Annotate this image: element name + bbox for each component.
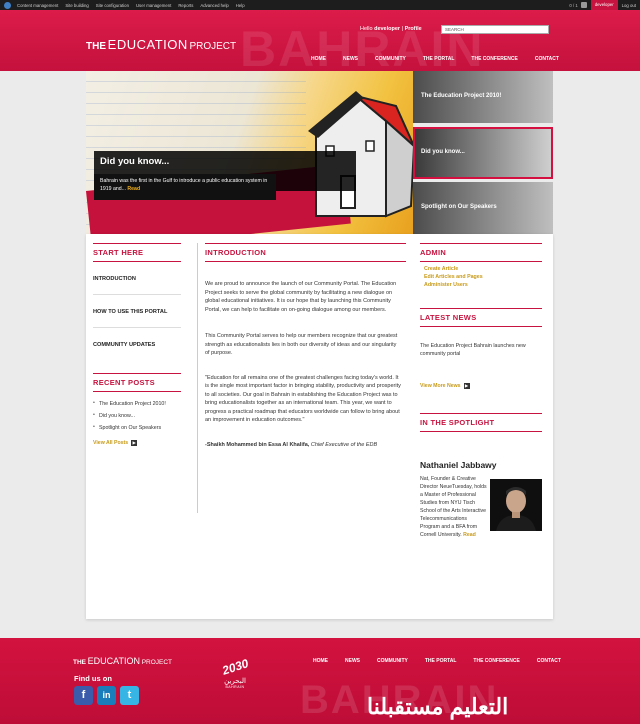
main-content: START HERE INTRODUCTION HOW TO USE THIS … bbox=[86, 234, 553, 619]
hero-tab-education-project[interactable]: The Education Project 2010! bbox=[413, 71, 553, 123]
hero-title: Did you know... bbox=[100, 156, 170, 167]
user-greeting: Hello developer | Profile bbox=[360, 26, 422, 32]
hero-image: Did you know... Bahrain was the first in… bbox=[86, 71, 413, 234]
footer-nav-contact[interactable]: CONTACT bbox=[537, 658, 561, 664]
introduction-title: INTRODUCTION bbox=[205, 248, 267, 257]
admin-menu-user-management[interactable]: User management bbox=[136, 3, 171, 8]
spotlight-read-link[interactable]: Read bbox=[463, 532, 476, 538]
start-item-introduction[interactable]: INTRODUCTION bbox=[93, 262, 181, 295]
arrow-right-icon: ▶ bbox=[131, 440, 138, 446]
footer-nav-community[interactable]: COMMUNITY bbox=[377, 658, 408, 664]
greeting-username[interactable]: developer bbox=[374, 26, 400, 32]
intro-paragraph-2: This Community Portal serves to help our… bbox=[205, 333, 398, 357]
view-all-posts-link[interactable]: View All Posts ▶ bbox=[93, 440, 181, 446]
intro-paragraph-1: We are proud to announce the launch of o… bbox=[205, 281, 397, 313]
start-item-how-to-use[interactable]: HOW TO USE THIS PORTAL bbox=[93, 295, 181, 328]
footer-nav-home[interactable]: HOME bbox=[313, 658, 328, 664]
spotlight-photo bbox=[490, 479, 542, 531]
recent-posts-title: RECENT POSTS bbox=[93, 378, 155, 387]
admin-toolbar: Content management Site building Site co… bbox=[0, 0, 640, 10]
nav-news[interactable]: NEWS bbox=[343, 56, 358, 62]
admin-menu-site-building[interactable]: Site building bbox=[65, 3, 88, 8]
recent-post-item[interactable]: Did you know... bbox=[93, 410, 181, 422]
hero-slideshow: Did you know... Bahrain was the first in… bbox=[86, 71, 553, 234]
admin-menu-help[interactable]: Help bbox=[236, 3, 245, 8]
find-us-label: Find us on bbox=[74, 674, 112, 683]
hero-tab-did-you-know[interactable]: Did you know... bbox=[413, 127, 553, 179]
admin-user-link[interactable]: developer bbox=[590, 0, 618, 10]
footer-nav: HOME NEWS COMMUNITY THE PORTAL THE CONFE… bbox=[313, 658, 578, 664]
user-icon bbox=[580, 2, 587, 8]
admin-title: ADMIN bbox=[420, 248, 447, 257]
footer-nav-the-portal[interactable]: THE PORTAL bbox=[425, 658, 457, 664]
drupal-home-icon[interactable] bbox=[4, 1, 11, 9]
spotlight-bio: Nat, Founder & Creative Director NeueTue… bbox=[420, 475, 487, 539]
admin-menu-advanced-help[interactable]: Advanced help bbox=[200, 3, 228, 8]
view-more-news-link[interactable]: View More News ▶ bbox=[420, 382, 542, 389]
logout-link[interactable]: Log out bbox=[618, 3, 640, 8]
center-column: INTRODUCTION We are proud to announce th… bbox=[197, 243, 406, 513]
footer-nav-the-conference[interactable]: THE CONFERENCE bbox=[473, 658, 519, 664]
bahrain-2030-emblem: 2030 البحرين BAHRAIN bbox=[220, 656, 250, 689]
news-item[interactable]: The Education Project Bahrain launches n… bbox=[420, 343, 542, 359]
create-article-link[interactable]: Create Article bbox=[420, 265, 542, 273]
main-nav: HOME NEWS COMMUNITY THE PORTAL THE CONFE… bbox=[311, 56, 576, 62]
hero-tab-spotlight[interactable]: Spotlight on Our Speakers bbox=[413, 182, 553, 234]
admin-menu-content-management[interactable]: Content management bbox=[17, 3, 58, 8]
facebook-icon[interactable]: f bbox=[74, 686, 93, 705]
nav-the-conference[interactable]: THE CONFERENCE bbox=[471, 56, 517, 62]
hero-caption: Bahrain was the first in the Gulf to int… bbox=[94, 174, 276, 200]
recent-post-item[interactable]: The Education Project 2010! bbox=[93, 398, 181, 410]
edit-articles-link[interactable]: Edit Articles and Pages bbox=[420, 273, 542, 281]
quote-attribution: -Shaikh Mohammed bin Essa Al Khalifa, Ch… bbox=[205, 441, 378, 448]
site-footer: BAHRAIN THE EDUCATION PROJECT Find us on… bbox=[0, 638, 640, 724]
users-online-count: 0 / 1 bbox=[569, 2, 578, 8]
intro-quote: "Education for all remains one of the gr… bbox=[205, 374, 401, 424]
latest-news-title: LATEST NEWS bbox=[420, 313, 477, 322]
footer-logo[interactable]: THE EDUCATION PROJECT bbox=[73, 656, 172, 666]
nav-home[interactable]: HOME bbox=[311, 56, 326, 62]
arrow-right-icon: ▶ bbox=[463, 382, 470, 389]
site-logo[interactable]: THE EDUCATION PROJECT bbox=[86, 37, 236, 52]
nav-the-portal[interactable]: THE PORTAL bbox=[423, 56, 455, 62]
spotlight-name: Nathaniel Jabbawy bbox=[420, 459, 497, 470]
site-header: BAHRAIN THE EDUCATION PROJECT Hello deve… bbox=[0, 10, 640, 71]
hero-tabs: The Education Project 2010! Did you know… bbox=[413, 71, 553, 234]
hero-read-link[interactable]: Read bbox=[127, 186, 140, 192]
admin-toolbar-right: 0 / 1 developer Log out bbox=[569, 0, 640, 10]
admin-menu: Content management Site building Site co… bbox=[17, 3, 252, 8]
footer-nav-news[interactable]: NEWS bbox=[345, 658, 360, 664]
profile-link[interactable]: Profile bbox=[405, 26, 422, 32]
nav-contact[interactable]: CONTACT bbox=[535, 56, 559, 62]
recent-post-item[interactable]: Spotlight on Our Speakers bbox=[93, 422, 181, 434]
nav-community[interactable]: COMMUNITY bbox=[375, 56, 406, 62]
social-links: f in t bbox=[74, 686, 143, 705]
arabic-slogan: التعليم مستقبلنا bbox=[367, 694, 509, 719]
left-sidebar: START HERE INTRODUCTION HOW TO USE THIS … bbox=[93, 243, 181, 446]
admin-menu-reports[interactable]: Reports bbox=[178, 3, 193, 8]
admin-menu-site-configuration[interactable]: Site configuration bbox=[96, 3, 129, 8]
twitter-icon[interactable]: t bbox=[120, 686, 139, 705]
start-item-community-updates[interactable]: COMMUNITY UPDATES bbox=[93, 328, 181, 360]
spotlight-title: IN THE SPOTLIGHT bbox=[420, 417, 495, 427]
administer-users-link[interactable]: Administer Users bbox=[420, 281, 542, 289]
linkedin-icon[interactable]: in bbox=[97, 686, 116, 705]
search-input[interactable]: SEARCH bbox=[441, 25, 549, 34]
start-here-title: START HERE bbox=[93, 248, 144, 257]
